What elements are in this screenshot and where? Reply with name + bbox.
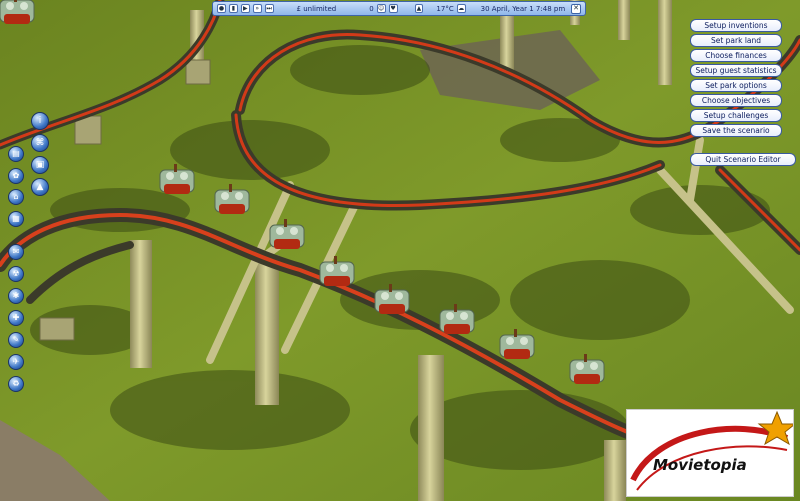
choose-finances-button[interactable]: Choose finances [690,49,782,62]
finance-icon[interactable]: ✉ [8,244,24,260]
scenery-icon[interactable]: ▲ [31,178,49,196]
setup-challenges-button[interactable]: Setup challenges [690,109,782,122]
fastest-icon[interactable]: ⏭ [264,4,274,13]
movietopia-logo: Movietopia [626,409,794,497]
star-icon [757,410,793,446]
choose-objectives-button[interactable]: Choose objectives [690,94,782,107]
trash-icon[interactable]: ♻ [8,376,24,392]
shops-icon[interactable]: ⌂ [8,189,24,205]
settings-icon[interactable]: ✱ [8,288,24,304]
staff-icon[interactable]: ▦ [8,211,24,227]
save-icon[interactable]: ▣ [31,156,49,174]
setup-guest-statistics-button[interactable]: Setup guest statistics [690,64,782,77]
fast-forward-icon[interactable]: » [252,4,262,13]
coaster-car [0,0,35,24]
path-icon[interactable]: ⌘ [31,134,49,152]
close-icon[interactable]: ✕ [571,3,582,14]
play-icon[interactable]: ▶ [240,4,250,13]
alert-icon[interactable]: ▲ [414,4,424,13]
rides-icon[interactable]: ✿ [8,168,24,184]
info-icon[interactable]: i [31,112,49,130]
layers-icon[interactable]: ✈ [8,354,24,370]
guests-icon[interactable]: ☺ [376,4,386,13]
logo-swoosh-icon [630,410,793,491]
park-date: 30 April, Year 1 7:48 pm [480,4,566,13]
save-scenario-button[interactable]: Save the scenario [690,124,782,137]
set-park-land-button[interactable]: Set park land [690,34,782,47]
park-status-bar: ● ▮ ▶ » ⏭ £ unlimited 0 ☺ ♥ ▲ 17°C ☁ 30 … [212,1,586,16]
temperature: 17°C [436,4,454,13]
quit-scenario-editor-button[interactable]: Quit Scenario Editor [690,153,796,166]
park-money: £ unlimited [296,4,337,13]
logo-text: Movietopia [653,456,747,474]
camera-icon[interactable]: ✚ [8,310,24,326]
set-park-options-button[interactable]: Set park options [690,79,782,92]
weather-icon: ☁ [456,4,466,13]
landscape-icon[interactable]: ▤ [8,146,24,162]
guest-count: 0 [369,4,374,13]
park-icon[interactable]: ● [217,4,226,13]
rating-icon[interactable]: ♥ [388,4,398,13]
zoom-icon[interactable]: ✎ [8,332,24,348]
pause-icon[interactable]: ▮ [228,4,238,13]
setup-inventions-button[interactable]: Setup inventions [690,19,782,32]
research-icon[interactable]: ☢ [8,266,24,282]
